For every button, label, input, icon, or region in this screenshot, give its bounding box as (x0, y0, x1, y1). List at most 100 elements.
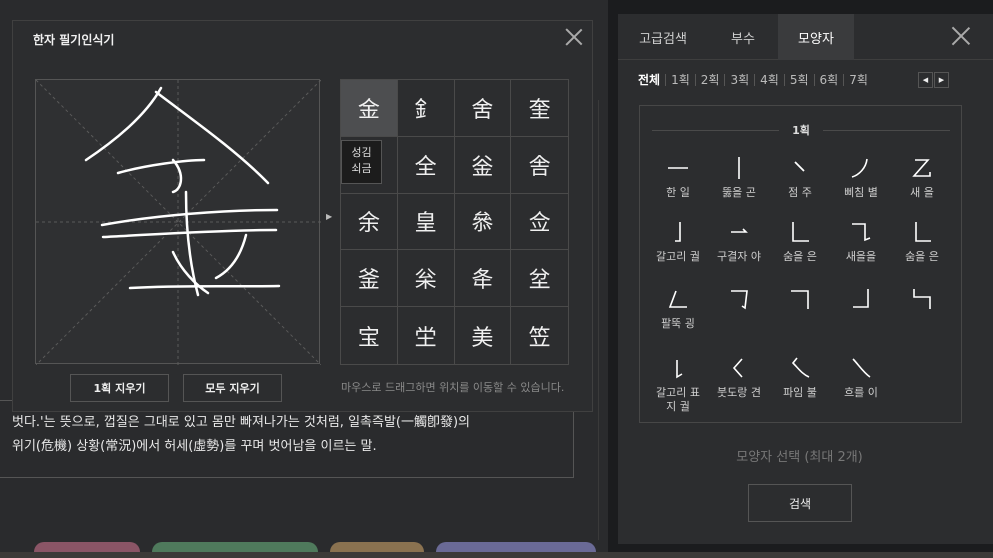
shape-list: 1획 한 일 뚫을 곤 점 주 삐침 별 새 을 갈고리 궐 구결자 야 숨을 … (639, 105, 962, 423)
definition-line-1: 벗다.'는 뜻으로, 껍질은 그대로 있고 몸만 빠져나가는 것처럼, 일촉즉발… (12, 415, 471, 430)
clear-all-button[interactable]: 모두 지우기 (183, 374, 282, 402)
next-arrow-icon[interactable]: ▶ (934, 72, 949, 88)
stroke-filter-all[interactable]: 전체 (638, 74, 665, 86)
candidate-18[interactable]: 坣 (398, 307, 455, 364)
shape-panel: 고급검색 부수 모양자 전체 1획 2획 3획 4획 5획 6획 7획 ◀ ▶ … (618, 14, 993, 544)
elbow-stroke-icon (668, 290, 687, 308)
radical-name: 팔뚝 굉 (661, 317, 695, 330)
arrow-right-icon: ▶ (326, 212, 333, 221)
radical-item[interactable]: 숨을 은 (772, 220, 828, 264)
tab-bar: 고급검색 부수 모양자 (618, 14, 993, 60)
fold-stroke-icon (791, 357, 810, 378)
radical-item[interactable]: 숨을 은 (894, 220, 950, 264)
stroke-filter-7[interactable]: 7획 (843, 74, 873, 86)
radical-name: 새 을 (910, 186, 934, 199)
candidate-1[interactable]: 金 (341, 80, 398, 137)
candidate-7[interactable]: 釡 (454, 136, 512, 194)
canvas-guides (36, 80, 321, 365)
radical-name: 파임 불 (783, 386, 817, 399)
hidden-stroke-2-icon (915, 222, 931, 242)
radical-item[interactable] (711, 287, 767, 317)
radical-name: 숨을 은 (783, 250, 817, 263)
search-button[interactable]: 검색 (748, 484, 852, 522)
undo-stroke-button[interactable]: 1획 지우기 (70, 374, 169, 402)
candidate-10[interactable]: 皇 (397, 193, 455, 251)
zigzag-stroke-icon (913, 289, 931, 309)
background-divider (598, 100, 599, 540)
radical-item[interactable]: 뚫을 곤 (711, 156, 767, 200)
dialog-title: 한자 필기인식기 (33, 33, 115, 47)
candidate-19[interactable]: 美 (455, 307, 512, 364)
stroke-filter-4[interactable]: 4획 (754, 74, 784, 86)
candidate-15[interactable]: 夅 (454, 250, 512, 308)
radical-item[interactable] (894, 287, 950, 317)
angle-stroke-icon (732, 358, 743, 378)
radical-item[interactable]: 새을을 (833, 220, 889, 264)
tab-shape[interactable]: 모양자 (778, 14, 854, 60)
radical-name: 갈고리 궐 (656, 250, 700, 263)
candidate-3[interactable]: 舍 (454, 80, 512, 137)
candidate-17[interactable]: 宝 (341, 307, 398, 364)
radical-item[interactable]: 갈고리 표 지 궐 (650, 356, 706, 414)
stroke-filter-1[interactable]: 1획 (665, 74, 695, 86)
radical-item[interactable]: 갈고리 궐 (650, 220, 706, 264)
tab-advanced-search[interactable]: 고급검색 (618, 14, 708, 60)
radical-item[interactable]: 파임 불 (772, 356, 828, 400)
radical-item[interactable]: 점 주 (772, 156, 828, 200)
stroke-filter-6[interactable]: 6획 (813, 74, 844, 86)
radical-name: 삐침 별 (844, 186, 878, 199)
radical-name: 점 주 (788, 186, 812, 199)
radical-item[interactable]: 붓도랑 견 (711, 356, 767, 400)
radical-name: 새을을 (845, 250, 877, 263)
stroke-filter-5[interactable]: 5획 (783, 74, 814, 86)
group-label: 1획 (779, 122, 823, 138)
candidate-tooltip: 성김 쇠금 (341, 140, 382, 184)
radical-name: 구결자 야 (717, 250, 761, 263)
handwritten-strokes (84, 86, 281, 297)
radical-item[interactable] (772, 287, 828, 317)
radical-name: 갈고리 표 지 궐 (656, 386, 700, 413)
tooltip-meaning: 쇠금 (351, 162, 372, 175)
tab-radical[interactable]: 부수 (708, 14, 778, 60)
stroke-filter-3[interactable]: 3획 (724, 74, 754, 86)
radical-item[interactable]: 구결자 야 (711, 220, 767, 264)
radical-name: 숨을 은 (905, 250, 939, 263)
candidate-20[interactable]: 笠 (511, 307, 568, 364)
turn-hook-stroke-icon (731, 290, 748, 310)
definition-line-2: 위기(危機) 상황(常況)에서 허세(虛勢)를 꾸며 벗어남을 이르는 말. (12, 439, 377, 454)
horizontal-stroke-icon (668, 167, 688, 169)
candidate-4[interactable]: 奎 (511, 80, 568, 137)
bend-stroke-icon (853, 289, 869, 308)
candidate-6[interactable]: 全 (397, 136, 455, 194)
stroke-filter: 전체 1획 2획 3획 4획 5획 6획 7획 (638, 72, 873, 88)
radical-name: 흐를 이 (844, 386, 878, 399)
radical-item[interactable]: 흐를 이 (833, 356, 889, 400)
hidden-stroke-icon (792, 222, 809, 242)
radical-item[interactable]: 팔뚝 굉 (650, 287, 706, 331)
drawing-canvas[interactable] (35, 79, 321, 365)
candidate-11[interactable]: 叅 (454, 193, 512, 251)
radical-name: 뚫을 곤 (722, 186, 756, 199)
turn-stroke-icon (791, 290, 809, 309)
candidate-16[interactable]: 坌 (511, 250, 568, 308)
close-icon[interactable] (564, 27, 584, 47)
candidate-9[interactable]: 余 (341, 193, 398, 251)
candidate-14[interactable]: 枀 (397, 250, 455, 308)
handwriting-dialog: 한자 필기인식기 ▶ 金 釒 舍 奎 全 釡 舎 余 皇 叅 佥 釜 枀 夅 坌… (12, 20, 593, 412)
close-icon[interactable] (951, 26, 971, 46)
radical-item[interactable]: 삐침 별 (833, 156, 889, 200)
radical-item[interactable]: 한 일 (650, 156, 706, 200)
stroke-filter-2[interactable]: 2획 (694, 74, 725, 86)
candidate-12[interactable]: 佥 (511, 194, 568, 251)
prev-arrow-icon[interactable]: ◀ (918, 72, 933, 88)
shape-selection-hint: 모양자 선택 (최대 2개) (736, 450, 863, 465)
candidate-13[interactable]: 釜 (341, 250, 398, 308)
flow-stroke-icon (852, 358, 871, 378)
candidate-2[interactable]: 釒 (397, 80, 455, 137)
second-stroke-icon (912, 159, 931, 177)
candidate-8[interactable]: 舎 (511, 137, 568, 194)
dot-stroke-icon (794, 161, 805, 172)
radical-item[interactable]: 새 을 (894, 156, 950, 200)
radical-item[interactable] (833, 287, 889, 317)
hook-mark-stroke-icon (676, 360, 683, 379)
